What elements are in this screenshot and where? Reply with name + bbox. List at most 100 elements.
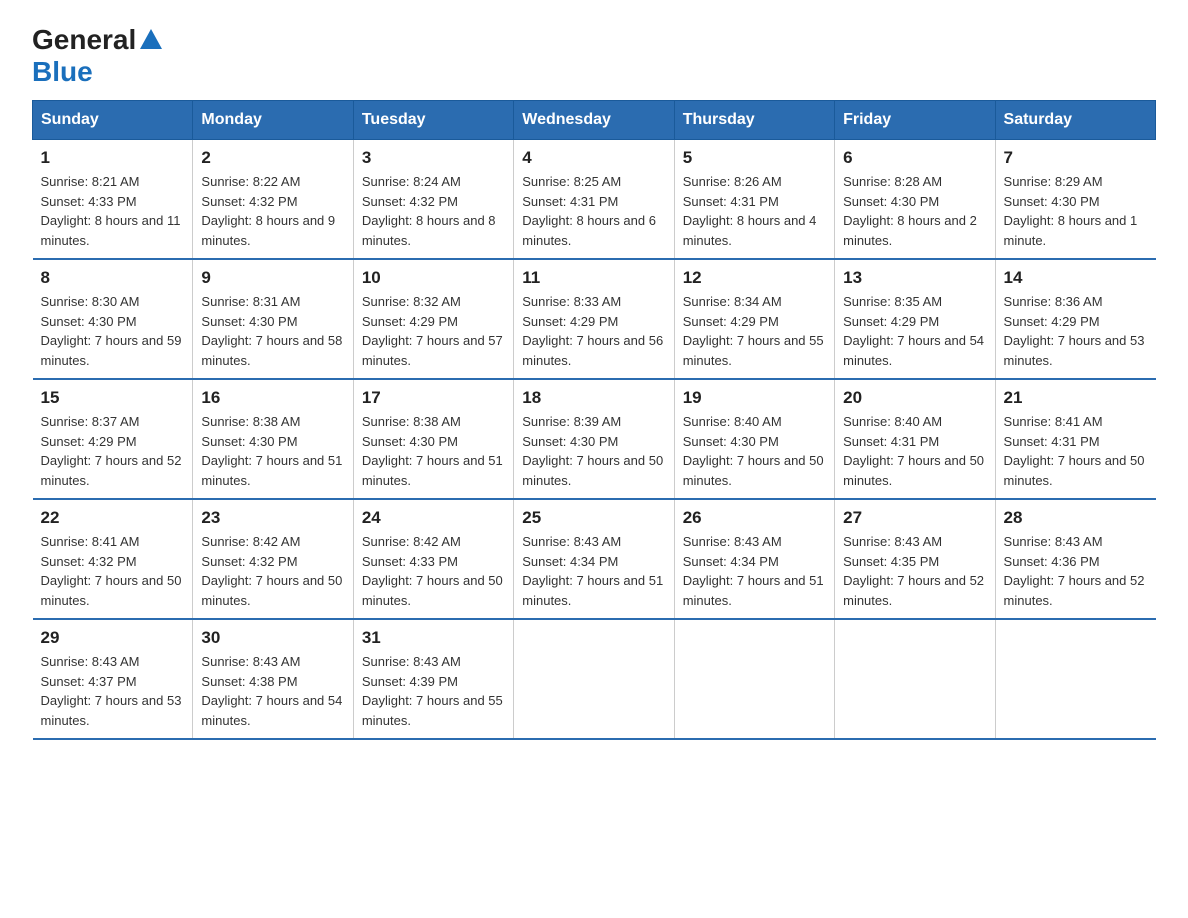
day-number: 11: [522, 268, 665, 288]
calendar-cell: 3 Sunrise: 8:24 AM Sunset: 4:32 PM Dayli…: [353, 140, 513, 260]
day-info: Sunrise: 8:21 AM Sunset: 4:33 PM Dayligh…: [41, 172, 185, 250]
week-row-1: 1 Sunrise: 8:21 AM Sunset: 4:33 PM Dayli…: [33, 140, 1156, 260]
calendar-cell: 23 Sunrise: 8:42 AM Sunset: 4:32 PM Dayl…: [193, 499, 353, 619]
day-number: 31: [362, 628, 505, 648]
logo-blue-text: Blue: [32, 56, 93, 87]
day-number: 18: [522, 388, 665, 408]
day-info: Sunrise: 8:34 AM Sunset: 4:29 PM Dayligh…: [683, 292, 826, 370]
calendar-cell: 27 Sunrise: 8:43 AM Sunset: 4:35 PM Dayl…: [835, 499, 995, 619]
calendar-cell: 26 Sunrise: 8:43 AM Sunset: 4:34 PM Dayl…: [674, 499, 834, 619]
calendar-cell: 17 Sunrise: 8:38 AM Sunset: 4:30 PM Dayl…: [353, 379, 513, 499]
week-row-2: 8 Sunrise: 8:30 AM Sunset: 4:30 PM Dayli…: [33, 259, 1156, 379]
calendar-cell: [835, 619, 995, 739]
header-wednesday: Wednesday: [514, 101, 674, 140]
day-number: 10: [362, 268, 505, 288]
calendar-cell: 12 Sunrise: 8:34 AM Sunset: 4:29 PM Dayl…: [674, 259, 834, 379]
day-number: 19: [683, 388, 826, 408]
header-saturday: Saturday: [995, 101, 1155, 140]
day-info: Sunrise: 8:38 AM Sunset: 4:30 PM Dayligh…: [362, 412, 505, 490]
calendar-cell: [514, 619, 674, 739]
day-info: Sunrise: 8:43 AM Sunset: 4:37 PM Dayligh…: [41, 652, 185, 730]
day-number: 21: [1004, 388, 1148, 408]
calendar-cell: 14 Sunrise: 8:36 AM Sunset: 4:29 PM Dayl…: [995, 259, 1155, 379]
day-info: Sunrise: 8:24 AM Sunset: 4:32 PM Dayligh…: [362, 172, 505, 250]
calendar-cell: 18 Sunrise: 8:39 AM Sunset: 4:30 PM Dayl…: [514, 379, 674, 499]
day-info: Sunrise: 8:43 AM Sunset: 4:34 PM Dayligh…: [522, 532, 665, 610]
calendar-cell: 6 Sunrise: 8:28 AM Sunset: 4:30 PM Dayli…: [835, 140, 995, 260]
day-number: 24: [362, 508, 505, 528]
day-number: 14: [1004, 268, 1148, 288]
logo: General Blue: [32, 24, 162, 88]
day-info: Sunrise: 8:38 AM Sunset: 4:30 PM Dayligh…: [201, 412, 344, 490]
week-row-4: 22 Sunrise: 8:41 AM Sunset: 4:32 PM Dayl…: [33, 499, 1156, 619]
calendar-cell: 30 Sunrise: 8:43 AM Sunset: 4:38 PM Dayl…: [193, 619, 353, 739]
header-monday: Monday: [193, 101, 353, 140]
calendar-cell: 11 Sunrise: 8:33 AM Sunset: 4:29 PM Dayl…: [514, 259, 674, 379]
day-number: 16: [201, 388, 344, 408]
day-number: 5: [683, 148, 826, 168]
calendar-cell: 19 Sunrise: 8:40 AM Sunset: 4:30 PM Dayl…: [674, 379, 834, 499]
day-info: Sunrise: 8:41 AM Sunset: 4:32 PM Dayligh…: [41, 532, 185, 610]
day-info: Sunrise: 8:40 AM Sunset: 4:31 PM Dayligh…: [843, 412, 986, 490]
day-number: 26: [683, 508, 826, 528]
header-tuesday: Tuesday: [353, 101, 513, 140]
calendar-cell: 16 Sunrise: 8:38 AM Sunset: 4:30 PM Dayl…: [193, 379, 353, 499]
calendar-cell: 24 Sunrise: 8:42 AM Sunset: 4:33 PM Dayl…: [353, 499, 513, 619]
day-info: Sunrise: 8:42 AM Sunset: 4:33 PM Dayligh…: [362, 532, 505, 610]
calendar-cell: 31 Sunrise: 8:43 AM Sunset: 4:39 PM Dayl…: [353, 619, 513, 739]
day-number: 30: [201, 628, 344, 648]
day-header-row: SundayMondayTuesdayWednesdayThursdayFrid…: [33, 101, 1156, 140]
calendar-cell: 20 Sunrise: 8:40 AM Sunset: 4:31 PM Dayl…: [835, 379, 995, 499]
calendar-cell: 10 Sunrise: 8:32 AM Sunset: 4:29 PM Dayl…: [353, 259, 513, 379]
calendar-cell: 25 Sunrise: 8:43 AM Sunset: 4:34 PM Dayl…: [514, 499, 674, 619]
calendar-cell: 29 Sunrise: 8:43 AM Sunset: 4:37 PM Dayl…: [33, 619, 193, 739]
calendar-cell: 28 Sunrise: 8:43 AM Sunset: 4:36 PM Dayl…: [995, 499, 1155, 619]
day-info: Sunrise: 8:33 AM Sunset: 4:29 PM Dayligh…: [522, 292, 665, 370]
week-row-5: 29 Sunrise: 8:43 AM Sunset: 4:37 PM Dayl…: [33, 619, 1156, 739]
day-info: Sunrise: 8:29 AM Sunset: 4:30 PM Dayligh…: [1004, 172, 1148, 250]
day-info: Sunrise: 8:37 AM Sunset: 4:29 PM Dayligh…: [41, 412, 185, 490]
calendar-header: SundayMondayTuesdayWednesdayThursdayFrid…: [33, 101, 1156, 140]
calendar-cell: 4 Sunrise: 8:25 AM Sunset: 4:31 PM Dayli…: [514, 140, 674, 260]
header-friday: Friday: [835, 101, 995, 140]
calendar-table: SundayMondayTuesdayWednesdayThursdayFrid…: [32, 100, 1156, 740]
day-number: 1: [41, 148, 185, 168]
day-number: 13: [843, 268, 986, 288]
calendar-wrapper: SundayMondayTuesdayWednesdayThursdayFrid…: [0, 100, 1188, 772]
header-thursday: Thursday: [674, 101, 834, 140]
logo-triangle-icon: [140, 29, 162, 54]
week-row-3: 15 Sunrise: 8:37 AM Sunset: 4:29 PM Dayl…: [33, 379, 1156, 499]
day-info: Sunrise: 8:43 AM Sunset: 4:35 PM Dayligh…: [843, 532, 986, 610]
day-info: Sunrise: 8:32 AM Sunset: 4:29 PM Dayligh…: [362, 292, 505, 370]
calendar-body: 1 Sunrise: 8:21 AM Sunset: 4:33 PM Dayli…: [33, 140, 1156, 740]
day-info: Sunrise: 8:26 AM Sunset: 4:31 PM Dayligh…: [683, 172, 826, 250]
day-number: 7: [1004, 148, 1148, 168]
day-number: 23: [201, 508, 344, 528]
day-number: 4: [522, 148, 665, 168]
calendar-cell: 5 Sunrise: 8:26 AM Sunset: 4:31 PM Dayli…: [674, 140, 834, 260]
day-info: Sunrise: 8:25 AM Sunset: 4:31 PM Dayligh…: [522, 172, 665, 250]
day-info: Sunrise: 8:28 AM Sunset: 4:30 PM Dayligh…: [843, 172, 986, 250]
day-number: 29: [41, 628, 185, 648]
day-number: 2: [201, 148, 344, 168]
calendar-cell: 1 Sunrise: 8:21 AM Sunset: 4:33 PM Dayli…: [33, 140, 193, 260]
calendar-cell: 21 Sunrise: 8:41 AM Sunset: 4:31 PM Dayl…: [995, 379, 1155, 499]
calendar-cell: 9 Sunrise: 8:31 AM Sunset: 4:30 PM Dayli…: [193, 259, 353, 379]
calendar-cell: 15 Sunrise: 8:37 AM Sunset: 4:29 PM Dayl…: [33, 379, 193, 499]
day-number: 20: [843, 388, 986, 408]
day-info: Sunrise: 8:42 AM Sunset: 4:32 PM Dayligh…: [201, 532, 344, 610]
logo-general-text: General: [32, 24, 136, 56]
calendar-cell: 13 Sunrise: 8:35 AM Sunset: 4:29 PM Dayl…: [835, 259, 995, 379]
header-sunday: Sunday: [33, 101, 193, 140]
day-info: Sunrise: 8:43 AM Sunset: 4:34 PM Dayligh…: [683, 532, 826, 610]
day-number: 28: [1004, 508, 1148, 528]
calendar-cell: 8 Sunrise: 8:30 AM Sunset: 4:30 PM Dayli…: [33, 259, 193, 379]
day-info: Sunrise: 8:41 AM Sunset: 4:31 PM Dayligh…: [1004, 412, 1148, 490]
day-info: Sunrise: 8:35 AM Sunset: 4:29 PM Dayligh…: [843, 292, 986, 370]
day-number: 6: [843, 148, 986, 168]
day-number: 27: [843, 508, 986, 528]
calendar-cell: 22 Sunrise: 8:41 AM Sunset: 4:32 PM Dayl…: [33, 499, 193, 619]
day-number: 8: [41, 268, 185, 288]
page-header: General Blue: [0, 0, 1188, 100]
day-info: Sunrise: 8:39 AM Sunset: 4:30 PM Dayligh…: [522, 412, 665, 490]
